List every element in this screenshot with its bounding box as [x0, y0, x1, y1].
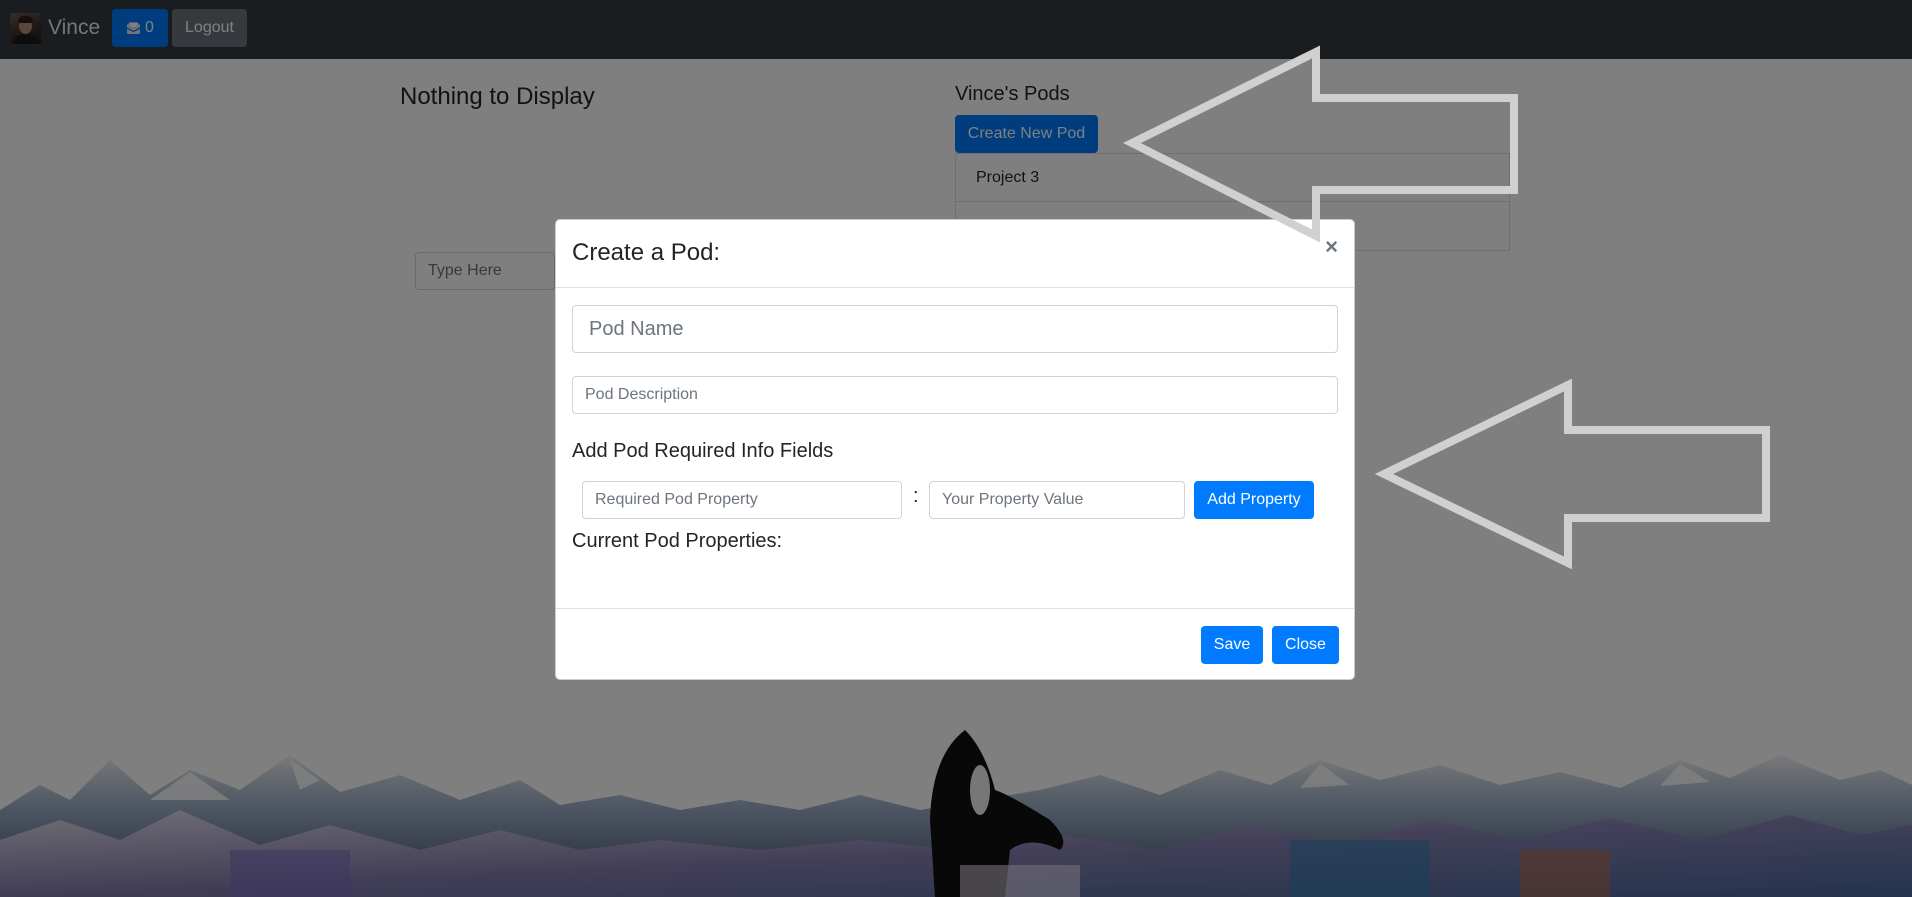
pod-description-input[interactable] [572, 376, 1338, 414]
arrow-left-icon [1123, 45, 1518, 243]
modal-title: Create a Pod: [572, 239, 721, 266]
arrow-left-icon [1374, 378, 1770, 570]
pod-name-input[interactable] [572, 305, 1338, 353]
required-fields-heading: Add Pod Required Info Fields [572, 440, 834, 462]
create-pod-modal: Create a Pod: × Add Pod Required Info Fi… [555, 219, 1355, 680]
save-button[interactable]: Save [1201, 626, 1263, 664]
close-button[interactable]: Close [1272, 626, 1339, 664]
required-property-input[interactable] [582, 481, 902, 519]
modal-footer: Save Close [556, 608, 1354, 680]
add-property-button[interactable]: Add Property [1194, 481, 1314, 519]
current-properties-heading: Current Pod Properties: [572, 530, 783, 552]
property-value-input[interactable] [929, 481, 1185, 519]
property-separator: : [913, 485, 919, 507]
